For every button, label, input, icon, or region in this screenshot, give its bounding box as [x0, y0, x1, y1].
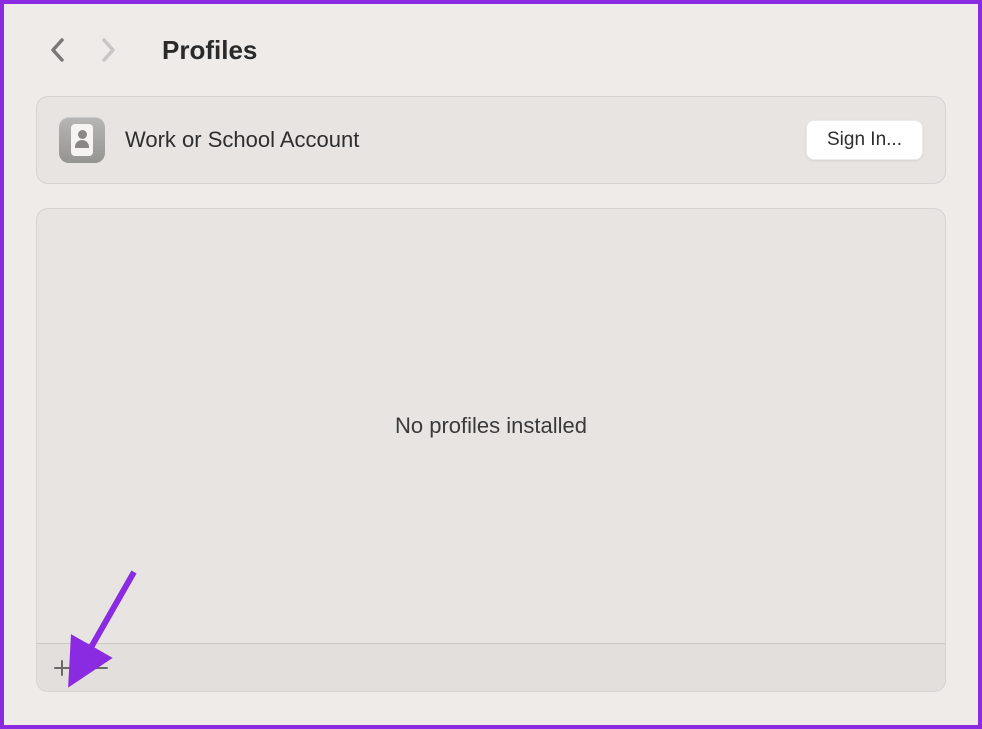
chevron-right-icon — [98, 36, 118, 64]
forward-button[interactable] — [94, 32, 122, 68]
header: Profiles — [4, 4, 978, 88]
profiles-footer — [37, 643, 945, 691]
plus-icon — [53, 659, 71, 677]
account-label: Work or School Account — [125, 127, 786, 153]
empty-state-text: No profiles installed — [395, 413, 587, 439]
signin-button[interactable]: Sign In... — [806, 120, 923, 160]
add-profile-button[interactable] — [43, 650, 81, 686]
back-button[interactable] — [44, 32, 72, 68]
profile-badge-icon — [59, 117, 105, 163]
account-card: Work or School Account Sign In... — [36, 96, 946, 184]
profiles-content: No profiles installed — [37, 209, 945, 643]
chevron-left-icon — [48, 36, 68, 64]
page-title: Profiles — [162, 35, 257, 66]
profiles-panel: No profiles installed — [36, 208, 946, 692]
remove-profile-button[interactable] — [82, 650, 120, 686]
minus-icon — [92, 659, 110, 677]
